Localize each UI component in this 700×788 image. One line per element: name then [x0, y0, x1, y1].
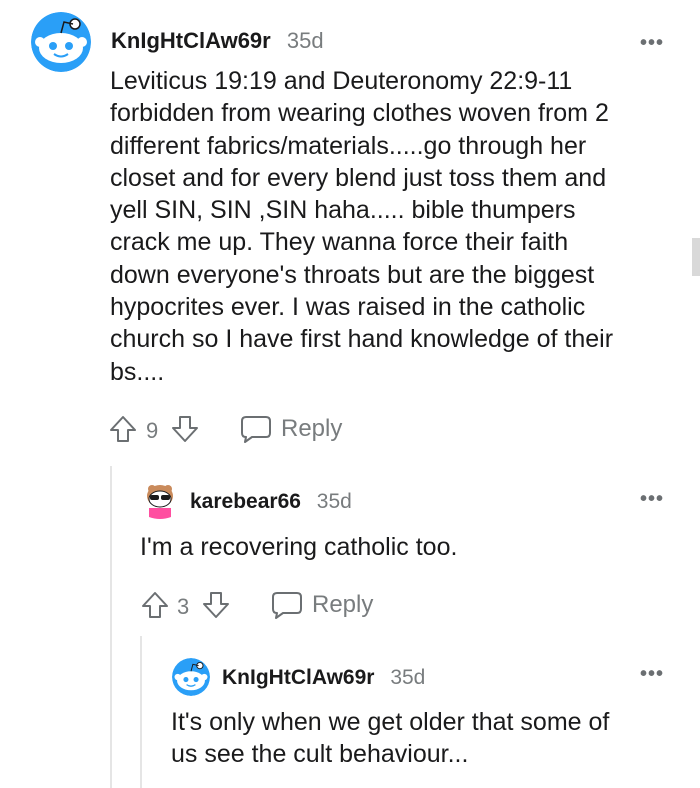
comment-body-line: us see the cult behaviour... [171, 740, 469, 768]
more-options-icon[interactable]: ••• [640, 489, 664, 509]
comment-body: I'm a recovering catholic too. [140, 532, 457, 562]
comment-header: KnIgHtClAw69r 35d [222, 666, 425, 690]
comment-body-line: crack me up. They wanna force their fait… [110, 228, 569, 257]
vote-count: 3 [177, 594, 190, 619]
comment-body-line: closet and for every blend just toss the… [110, 163, 607, 192]
downvote-arrow-icon [172, 416, 198, 442]
snoo-avatar-icon [172, 658, 210, 696]
comment-age: 35d [316, 490, 352, 513]
comment-body-line: Leviticus 19:19 and Deuteronomy 22:9-11 [110, 67, 573, 95]
comment-header: KnIgHtClAw69r 35d [111, 28, 324, 54]
username[interactable]: KnIgHtClAw69r [222, 666, 374, 689]
reply-button[interactable]: Reply [271, 588, 381, 622]
comment-body-line: down everyone's throats but are the bigg… [110, 260, 595, 289]
upvote-button[interactable] [108, 414, 138, 444]
reply-label: Reply [312, 591, 374, 618]
comment-body-line: I'm a recovering catholic too. [140, 533, 458, 561]
thread-line[interactable] [110, 466, 112, 788]
upvote-arrow-icon [110, 416, 136, 442]
comment-age: 35d [390, 666, 426, 689]
comment-header: karebear66 35d [190, 490, 352, 514]
snoo-avatar-icon [147, 485, 173, 519]
downvote-button[interactable] [201, 590, 231, 620]
reply-button[interactable]: Reply [240, 412, 350, 446]
upvote-arrow-icon [142, 592, 168, 618]
comment-age: 35d [286, 28, 324, 53]
reply-bubble-icon [272, 592, 302, 619]
comment-body-line: yell SIN, SIN ,SIN haha..... bible thump… [110, 196, 576, 225]
comment-body-line: hypocrites ever. I was raised in the cat… [110, 293, 586, 322]
avatar[interactable] [172, 658, 210, 696]
snoo-avatar-icon [31, 12, 91, 72]
vote-count: 9 [146, 418, 159, 443]
comment-body-line: It's only when we get older that some of [171, 708, 610, 736]
comment-body: Leviticus 19:19 and Deuteronomy 22:9-11 … [110, 65, 680, 388]
more-options-icon[interactable]: ••• [640, 33, 664, 53]
upvote-button[interactable] [140, 590, 170, 620]
downvote-button[interactable] [170, 414, 200, 444]
reply-bubble-icon [241, 416, 271, 443]
comment-body-line: different fabrics/materials.....go throu… [110, 131, 587, 160]
downvote-arrow-icon [203, 592, 229, 618]
comment-body-line: church so I have first hand knowledge of… [110, 325, 614, 354]
avatar[interactable] [31, 12, 91, 72]
more-options-icon[interactable]: ••• [640, 664, 664, 684]
comment-body: It's only when we get older that some of… [171, 706, 609, 770]
thread-line[interactable] [140, 636, 142, 788]
username[interactable]: karebear66 [190, 490, 301, 513]
comment-body-line: bs.... [110, 357, 165, 386]
reply-label: Reply [281, 415, 343, 442]
username[interactable]: KnIgHtClAw69r [111, 28, 271, 53]
comment-body-line: forbidden from wearing clothes woven fro… [110, 99, 609, 128]
scrollbar-thumb[interactable] [692, 238, 700, 276]
avatar[interactable] [141, 483, 179, 521]
